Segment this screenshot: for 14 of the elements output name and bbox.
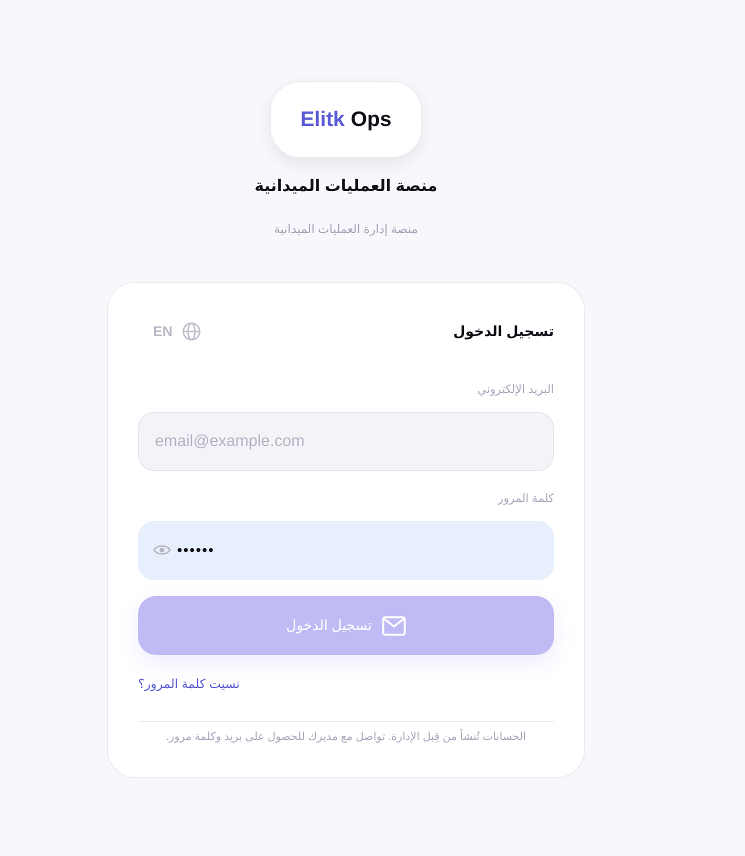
envelope-icon	[382, 616, 406, 636]
app-subtitle: منصة إدارة العمليات الميدانية	[274, 221, 418, 237]
field-label: كلمة المرور	[496, 492, 554, 507]
app-title: منصة العمليات الميدانية	[254, 177, 438, 197]
password-field[interactable]: ••••••	[138, 521, 554, 580]
account-note: الحسابات تُنشأ من قِبل الإدارة. تواصل مع مديرك للحصول على بريد وكلمة مرور.	[138, 730, 554, 745]
field-label: البريد الإلكتروني	[476, 383, 554, 398]
eye-icon[interactable]	[153, 544, 171, 556]
email-field[interactable]: email@example.com	[138, 412, 554, 471]
logo-text: Ops	[350, 108, 392, 132]
login-heading: تسجيل الدخول	[453, 322, 554, 340]
globe-icon	[182, 322, 202, 340]
logo-text: Elitk	[300, 108, 345, 132]
forgot-password-link[interactable]: نسيت كلمة المرور؟	[138, 677, 240, 691]
